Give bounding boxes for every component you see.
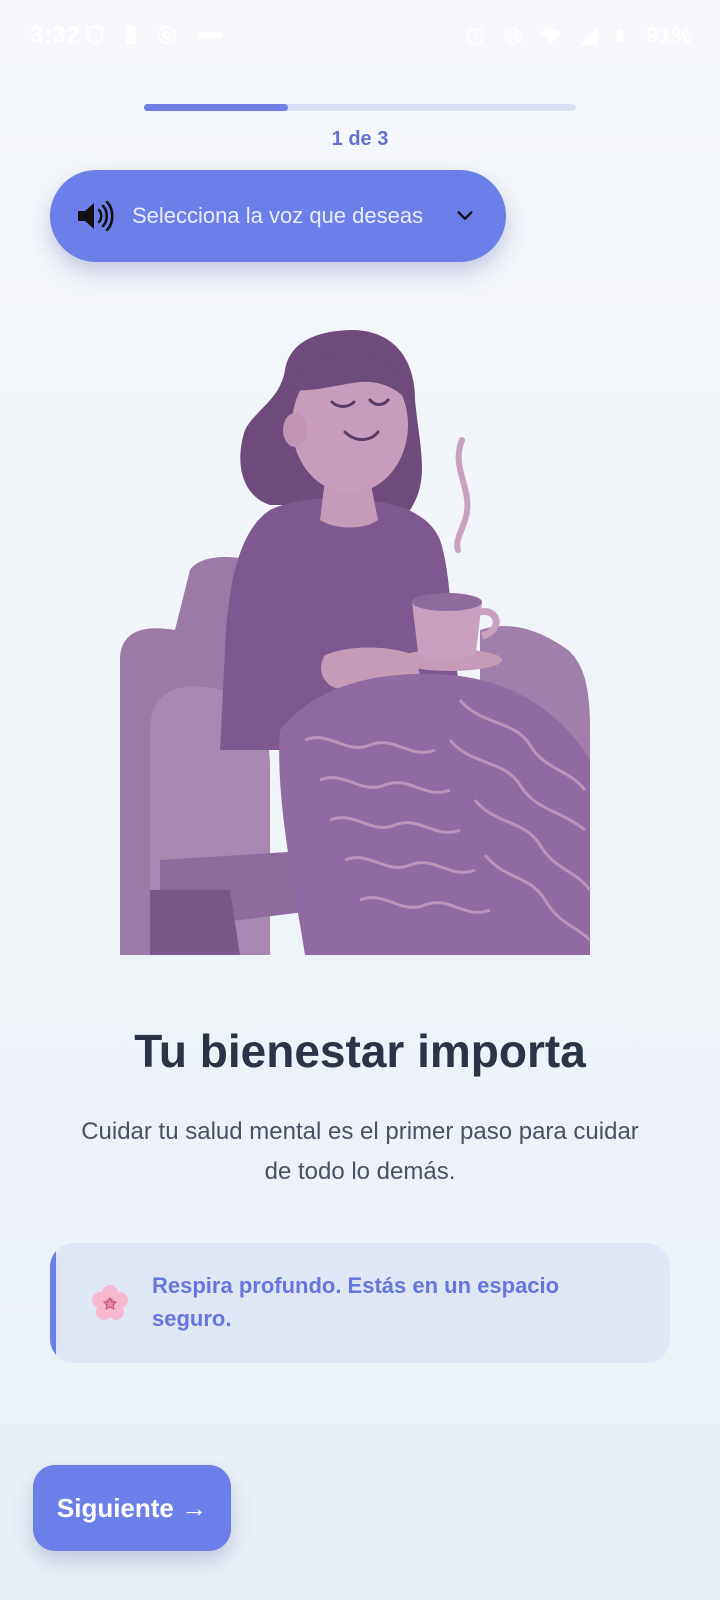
status-time: 3:32	[30, 22, 81, 49]
progress-fill	[144, 104, 288, 111]
tip-card: Respira profundo. Estás en un espacio se…	[50, 1243, 670, 1363]
battery-percentage: 91%	[645, 22, 692, 48]
progress-bar	[144, 104, 576, 111]
page-description: Cuidar tu salud mental es el primer paso…	[81, 1118, 639, 1185]
at-icon	[157, 25, 177, 45]
battery-icon	[616, 29, 624, 42]
speaker-icon	[78, 200, 114, 232]
status-right: 91%	[464, 22, 692, 49]
signal-icon	[579, 26, 599, 45]
status-bar: 3:32 91%	[0, 0, 720, 72]
vibrate-off-icon	[503, 26, 522, 45]
voice-selector-label: Selecciona la voz que deseas	[132, 203, 424, 228]
alarm-icon	[465, 25, 484, 45]
progress-label: 1 de 3	[331, 128, 389, 150]
wifi-icon	[540, 27, 562, 44]
flower-icon	[92, 1285, 128, 1320]
woman-relaxing-illustration	[120, 330, 592, 955]
tip-accent-bar	[50, 1243, 56, 1363]
next-button[interactable]: Siguiente →	[33, 1465, 231, 1551]
shield-icon	[86, 24, 104, 46]
chevron-down-icon	[457, 211, 473, 220]
voice-selector[interactable]: Selecciona la voz que deseas	[50, 170, 506, 262]
status-left-icons	[84, 24, 222, 46]
battery-saver-icon	[126, 24, 136, 45]
sim-icon	[197, 32, 222, 39]
page-title: Tu bienestar importa	[134, 1025, 586, 1077]
tip-text: Respira profundo. Estás en un espacio se…	[152, 1273, 560, 1331]
